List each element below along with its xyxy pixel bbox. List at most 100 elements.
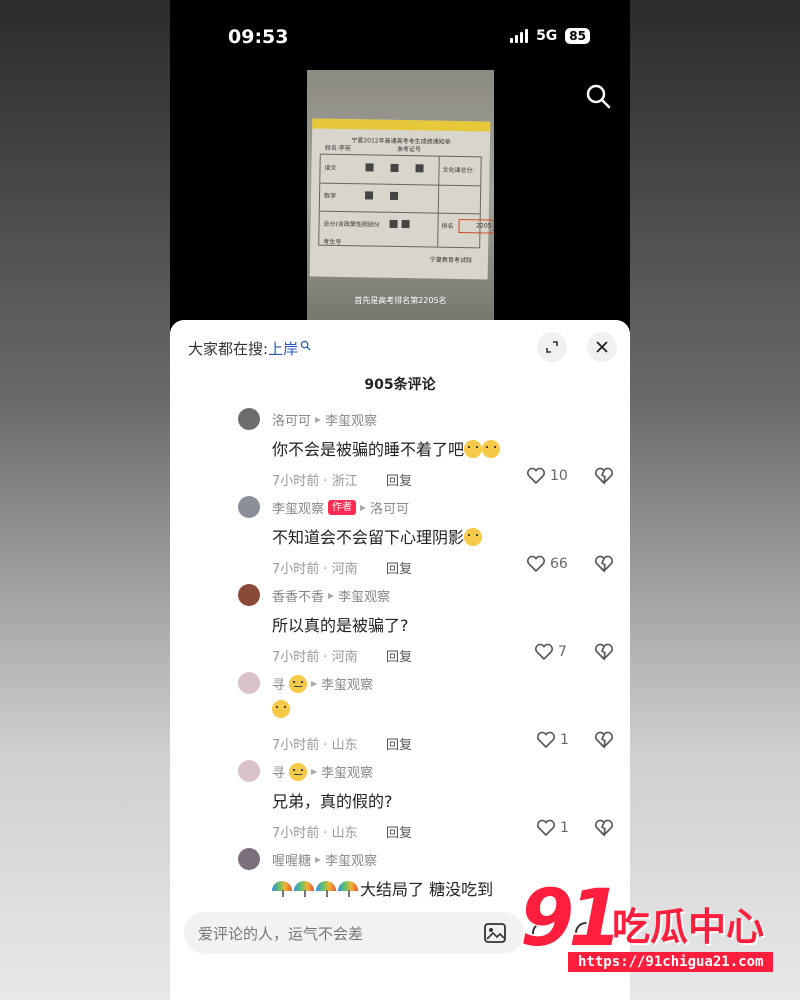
comment-time-location: 7小时前 · 山东 (272, 826, 358, 841)
broken-heart-icon[interactable] (594, 555, 614, 573)
comment-text: 兄弟，真的假的? (272, 792, 393, 811)
comment-meta: 喔喔糖 ▶ 李玺观察 (272, 850, 377, 869)
reply-arrow-icon: ▶ (311, 767, 318, 776)
doc-label-rank: 排名 (441, 222, 454, 230)
status-bar-right: 5G 85 (510, 28, 590, 44)
grin-sweat-emoji (482, 440, 501, 458)
doc-label-math: 数学 (323, 192, 337, 200)
doc-label-name: 姓名:李宪 (324, 144, 351, 153)
comment-reply-to[interactable]: 李玺观察 (338, 586, 390, 605)
watermark-url: https://91chigua21.com (568, 952, 774, 972)
like-count: 1 (560, 820, 569, 836)
avatar[interactable] (238, 496, 260, 518)
comment-meta: 香香不香 ▶ 李玺观察 (272, 586, 390, 605)
comment-text: 你不会是被骗的睡不着了吧 (272, 436, 501, 460)
comment-reply-to[interactable]: 李玺观察 (321, 674, 373, 693)
trending-search[interactable]: 大家都在搜: 上岸 (188, 338, 311, 359)
like-button[interactable]: 10 (526, 467, 568, 485)
author-badge: 作者 (328, 500, 357, 515)
like-count: 1 (560, 732, 569, 748)
reply-arrow-icon: ▶ (315, 855, 322, 864)
comment-time-location: 7小时前 · 河南 (272, 562, 358, 577)
umbrella-emoji (338, 881, 360, 897)
broken-heart-icon[interactable] (594, 819, 614, 837)
broken-heart-icon[interactable] (594, 731, 614, 749)
reply-button[interactable]: 回复 (386, 646, 412, 665)
comment-text: 所以真的是被骗了? (272, 616, 409, 635)
heart-icon (536, 819, 556, 837)
comment-input[interactable]: 爱评论的人，运气不会差 (184, 912, 524, 954)
like-count: 66 (550, 556, 568, 572)
comment-user[interactable]: 寻 (272, 674, 285, 693)
battery-icon: 85 (565, 28, 590, 44)
comment-count: 905条评论 (364, 377, 436, 393)
neutral-face-emoji (289, 674, 308, 693)
doc-label-total: 总分(含政策性照顾分 (323, 220, 380, 229)
mini-search-icon (300, 340, 311, 351)
doc-label-examinee: 考生号 (323, 238, 342, 246)
phone-screen: 09:53 5G 85 宁夏2012年普通高考考生成绩通知单 姓名:李宪 准考证… (170, 0, 630, 1000)
like-button[interactable]: 1 (536, 731, 569, 749)
close-icon (596, 341, 608, 353)
flushed-emoji (272, 700, 290, 718)
heart-icon (526, 467, 546, 485)
rank-highlight: 2205 (458, 219, 494, 234)
signal-icon (510, 29, 529, 43)
like-button[interactable]: 1 (536, 819, 569, 837)
broken-heart-icon[interactable] (594, 467, 614, 485)
image-icon[interactable] (484, 923, 506, 943)
comment-user[interactable]: 寻 (272, 762, 285, 781)
close-button[interactable] (587, 332, 617, 362)
reply-button[interactable]: 回复 (386, 470, 412, 489)
trending-keyword[interactable]: 上岸 (268, 338, 298, 359)
avatar[interactable] (238, 760, 260, 782)
watermark: 91 吃瓜中心 https://91chigua21.com (520, 874, 780, 980)
comment-reply-to[interactable]: 李玺观察 (325, 410, 377, 429)
search-icon[interactable] (584, 82, 612, 110)
comment-text: 大结局了 糖没吃到 (272, 876, 493, 900)
reply-button[interactable]: 回复 (386, 734, 412, 753)
reply-button[interactable]: 回复 (386, 558, 412, 577)
neutral-face-emoji (289, 762, 308, 781)
score-report-document: 宁夏2012年普通高考考生成绩通知单 姓名:李宪 准考证号 语文 文化课总分: … (309, 118, 494, 280)
broken-heart-icon[interactable] (594, 643, 614, 661)
umbrella-emoji (316, 881, 338, 897)
heart-icon (526, 555, 546, 573)
avatar[interactable] (238, 408, 260, 430)
avatar[interactable] (238, 848, 260, 870)
doc-label-issuer: 宁夏教育考试院 (429, 256, 473, 265)
expand-button[interactable] (537, 332, 567, 362)
doc-label-culture-total: 文化课总分: (442, 166, 475, 175)
video-frame[interactable]: 宁夏2012年普通高考考生成绩通知单 姓名:李宪 准考证号 语文 文化课总分: … (307, 70, 494, 320)
avatar[interactable] (238, 584, 260, 606)
grin-sweat-emoji (464, 440, 483, 458)
comment-user[interactable]: 喔喔糖 (272, 850, 311, 869)
umbrella-emoji (294, 881, 316, 897)
reply-arrow-icon: ▶ (328, 591, 335, 600)
comment-meta: 洛可可 ▶ 李玺观察 (272, 410, 377, 429)
comment-text: 不知道会不会留下心理阴影 (272, 524, 483, 548)
reply-arrow-icon: ▶ (311, 679, 318, 688)
comment-meta: 寻 ▶ 李玺观察 (272, 762, 373, 781)
reply-button[interactable]: 回复 (386, 822, 412, 841)
comment-time-location: 7小时前 · 浙江 (272, 474, 358, 489)
comment-user[interactable]: 李玺观察 (272, 498, 324, 517)
like-button[interactable]: 7 (534, 643, 567, 661)
doc-label-id: 准考证号 (396, 145, 421, 154)
comment-meta: 寻 ▶ 李玺观察 (272, 674, 373, 693)
network-label: 5G (536, 28, 558, 44)
like-button[interactable]: 66 (526, 555, 568, 573)
comment-reply-to[interactable]: 李玺观察 (321, 762, 373, 781)
comment-user[interactable]: 香香不香 (272, 586, 324, 605)
watermark-name: 吃瓜中心 (612, 905, 765, 949)
heart-icon (534, 643, 554, 661)
avatar[interactable] (238, 672, 260, 694)
comment-time-location: 7小时前 · 河南 (272, 650, 358, 665)
expand-icon (546, 341, 558, 353)
comment-reply-to[interactable]: 洛可可 (370, 498, 409, 517)
comment-reply-to[interactable]: 李玺观察 (325, 850, 377, 869)
comment-text (272, 700, 290, 719)
watermark-logo: 91 (520, 874, 623, 964)
comment-user[interactable]: 洛可可 (272, 410, 311, 429)
umbrella-emoji (272, 881, 294, 897)
